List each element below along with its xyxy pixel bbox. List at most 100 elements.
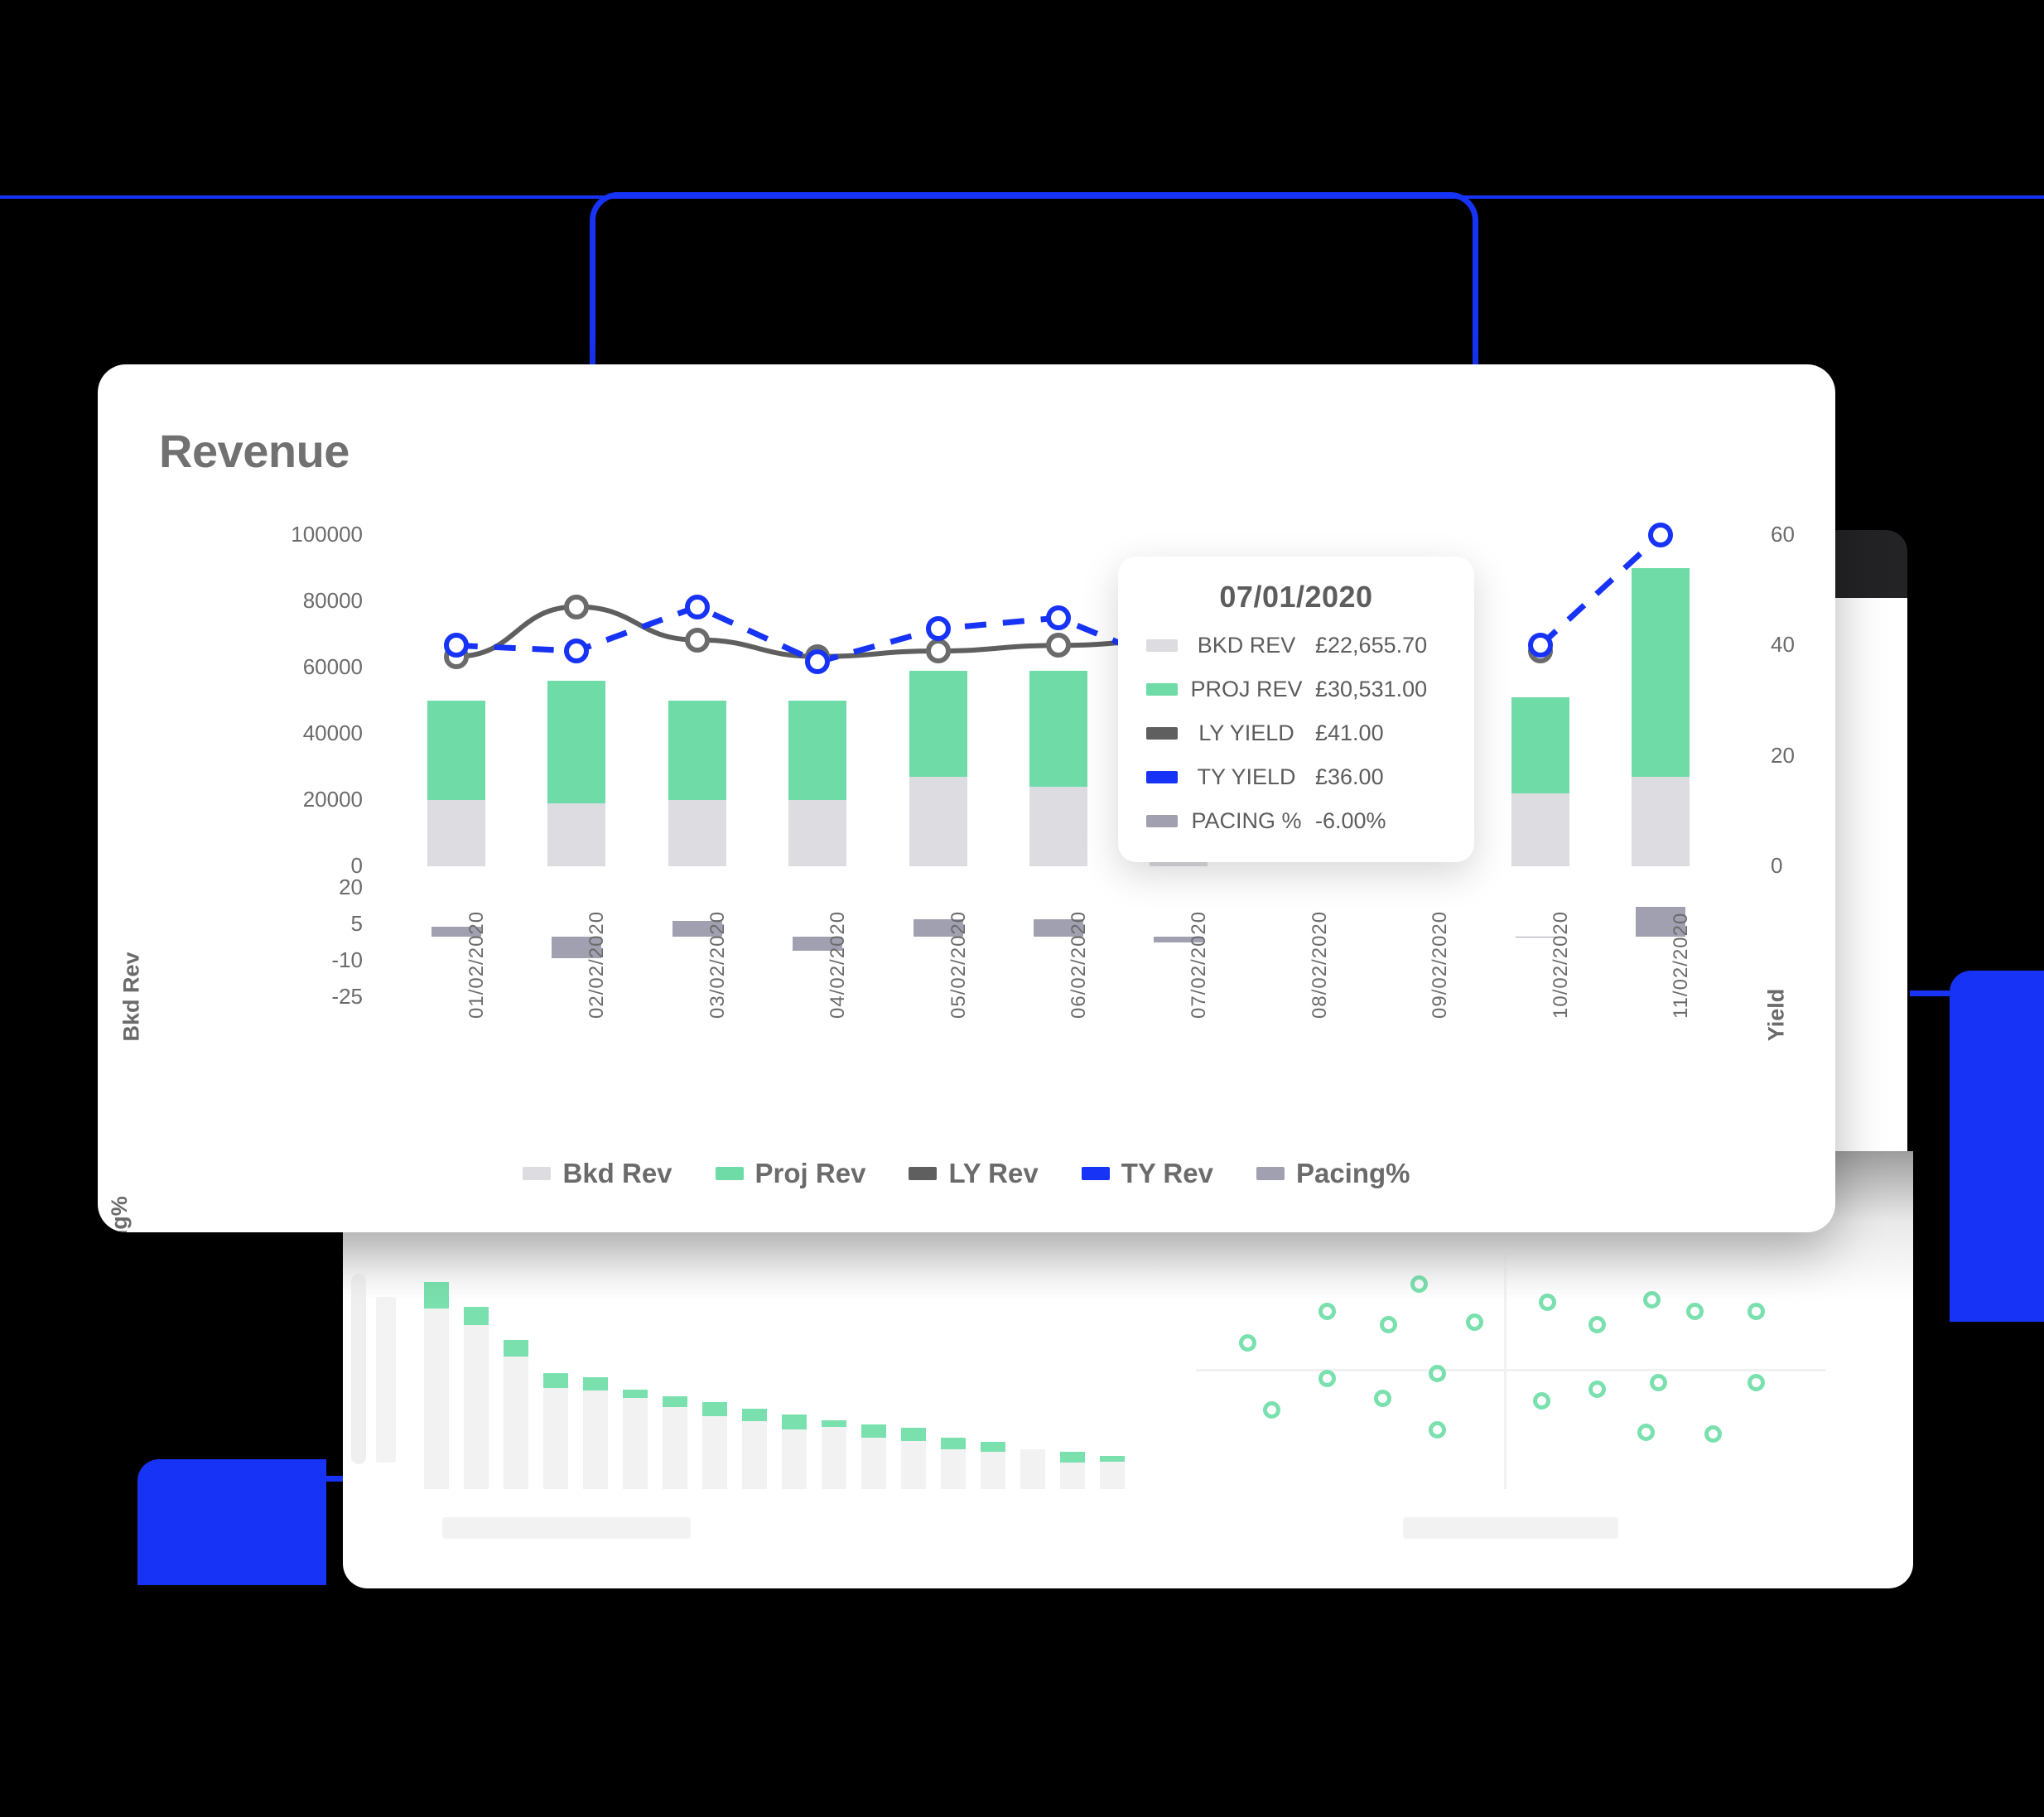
legend-label: Pacing% — [1295, 1158, 1410, 1188]
chart-legend: Bkd Rev Proj Rev LY Rev TY Rev Pacing% — [98, 1158, 1835, 1189]
background-bar-green — [623, 1390, 648, 1398]
background-scatter-point — [1263, 1400, 1281, 1419]
background-scatter-point — [1238, 1333, 1256, 1352]
background-bar-green — [782, 1415, 807, 1429]
background-scatter-point — [1410, 1275, 1428, 1294]
yield-lines — [453, 533, 1663, 671]
x-axis-label: 01/02/2020 — [465, 910, 488, 1019]
x-axis-label: 06/02/2020 — [1068, 910, 1090, 1019]
background-bar-green — [1100, 1456, 1125, 1462]
marker-ty-rev — [564, 639, 590, 663]
background-bar — [1020, 1449, 1045, 1489]
legend-label: Proj Rev — [754, 1158, 866, 1188]
background-bar-green — [941, 1438, 966, 1449]
background-bar-green — [663, 1396, 687, 1407]
tooltip-row: LY YIELD £41.00 — [1146, 721, 1446, 746]
x-axis-label: 07/02/2020 — [1188, 910, 1211, 1019]
background-bar-green — [742, 1409, 767, 1421]
background-bar-chart — [376, 1249, 1125, 1489]
legend-label: Bkd Rev — [562, 1158, 672, 1188]
background-bar-base — [583, 1377, 608, 1489]
background-scatter-point — [1748, 1374, 1765, 1392]
tooltip-series-value: £41.00 — [1315, 721, 1384, 745]
background-bar-base — [623, 1390, 648, 1489]
background-bar-base — [1020, 1449, 1045, 1489]
marker-ly-rev — [684, 627, 710, 653]
background-bar — [1060, 1452, 1085, 1489]
chart-plot-area: Bkd Rev Pacing% Yield 100000800006000040… — [98, 364, 1835, 1232]
background-scatter-point — [1588, 1316, 1606, 1333]
background-scatter-point — [1637, 1423, 1655, 1441]
x-axis-label: 10/02/2020 — [1549, 910, 1572, 1019]
tooltip-swatch-icon — [1146, 815, 1178, 827]
legend-swatch-icon — [909, 1167, 938, 1180]
background-scatter-point — [1643, 1291, 1661, 1309]
background-scatter-point — [1649, 1374, 1667, 1392]
tooltip-series-name: BKD REV — [1197, 633, 1296, 658]
tooltip-swatch-icon — [1146, 771, 1178, 783]
background-bar-green — [1060, 1452, 1085, 1463]
x-axis-label: 08/02/2020 — [1308, 910, 1331, 1019]
legend-item[interactable]: Pacing% — [1256, 1158, 1410, 1189]
tooltip-series-name: PROJ REV — [1190, 677, 1303, 701]
tooltip-series-value: -6.00% — [1315, 808, 1386, 833]
tooltip-series-value: £36.00 — [1315, 764, 1384, 789]
background-bar-ghost — [376, 1297, 396, 1463]
background-bar-green — [702, 1402, 727, 1416]
background-bar-base — [504, 1340, 528, 1489]
background-bar — [464, 1307, 489, 1489]
tooltip-swatch-icon — [1146, 683, 1178, 696]
background-bar — [702, 1402, 727, 1489]
background-bar — [543, 1373, 568, 1489]
marker-ty-rev — [925, 616, 951, 642]
background-bar-green — [901, 1428, 926, 1441]
background-scatter-point — [1533, 1391, 1550, 1410]
background-scatter-point — [1373, 1390, 1391, 1408]
tooltip-series-value: £22,655.70 — [1315, 633, 1428, 658]
legend-swatch-icon — [715, 1167, 744, 1180]
background-bar-green — [543, 1373, 568, 1388]
background-scatter-point — [1539, 1294, 1557, 1311]
marker-ty-rev — [1527, 633, 1553, 658]
marker-ty-rev — [443, 633, 469, 658]
background-bar — [623, 1390, 648, 1489]
background-bar — [901, 1428, 926, 1489]
background-scatter-point — [1686, 1302, 1704, 1320]
tooltip-series-name: TY YIELD — [1197, 764, 1296, 789]
legend-item[interactable]: TY Rev — [1081, 1158, 1213, 1189]
background-bar — [583, 1377, 608, 1489]
background-bar-base — [663, 1396, 687, 1489]
decor-blue-block-right — [1950, 971, 2044, 1322]
legend-swatch-icon — [1081, 1167, 1110, 1180]
background-scatter-axis — [1403, 1517, 1618, 1539]
background-scatter-point — [1588, 1381, 1606, 1399]
x-axis-label: 02/02/2020 — [586, 910, 609, 1019]
tooltip-row: TY YIELD £36.00 — [1146, 764, 1446, 790]
background-bar — [1100, 1456, 1125, 1489]
background-bar-base — [822, 1420, 846, 1489]
background-bar-base — [464, 1307, 489, 1489]
background-scatter-point — [1380, 1316, 1397, 1333]
legend-item[interactable]: Bkd Rev — [523, 1158, 672, 1189]
background-scatter-point — [1704, 1425, 1723, 1443]
background-scatter-point — [1429, 1420, 1447, 1439]
legend-label: LY Rev — [948, 1158, 1039, 1188]
background-bar-green — [822, 1420, 846, 1427]
legend-item[interactable]: Proj Rev — [715, 1158, 866, 1189]
tooltip-series-name: LY YIELD — [1198, 721, 1294, 745]
background-bar-base — [424, 1282, 449, 1489]
marker-ly-rev — [925, 639, 951, 663]
background-bar-green — [464, 1307, 489, 1325]
background-scatter-point — [1429, 1365, 1447, 1383]
background-bar-green — [583, 1377, 608, 1390]
x-axis-label: 03/02/2020 — [706, 910, 729, 1019]
background-bar — [742, 1409, 767, 1489]
background-bar — [663, 1396, 687, 1489]
legend-item[interactable]: LY Rev — [909, 1158, 1039, 1189]
tooltip-row: BKD REV £22,655.70 — [1146, 633, 1446, 658]
background-bar-base — [543, 1373, 568, 1489]
background-bar — [822, 1420, 846, 1489]
tooltip-row: PACING % -6.00% — [1146, 808, 1446, 834]
legend-swatch-icon — [1256, 1167, 1285, 1180]
page-root: Revenue Bkd Rev Pacing% Yield 1000008000… — [0, 0, 2044, 1817]
